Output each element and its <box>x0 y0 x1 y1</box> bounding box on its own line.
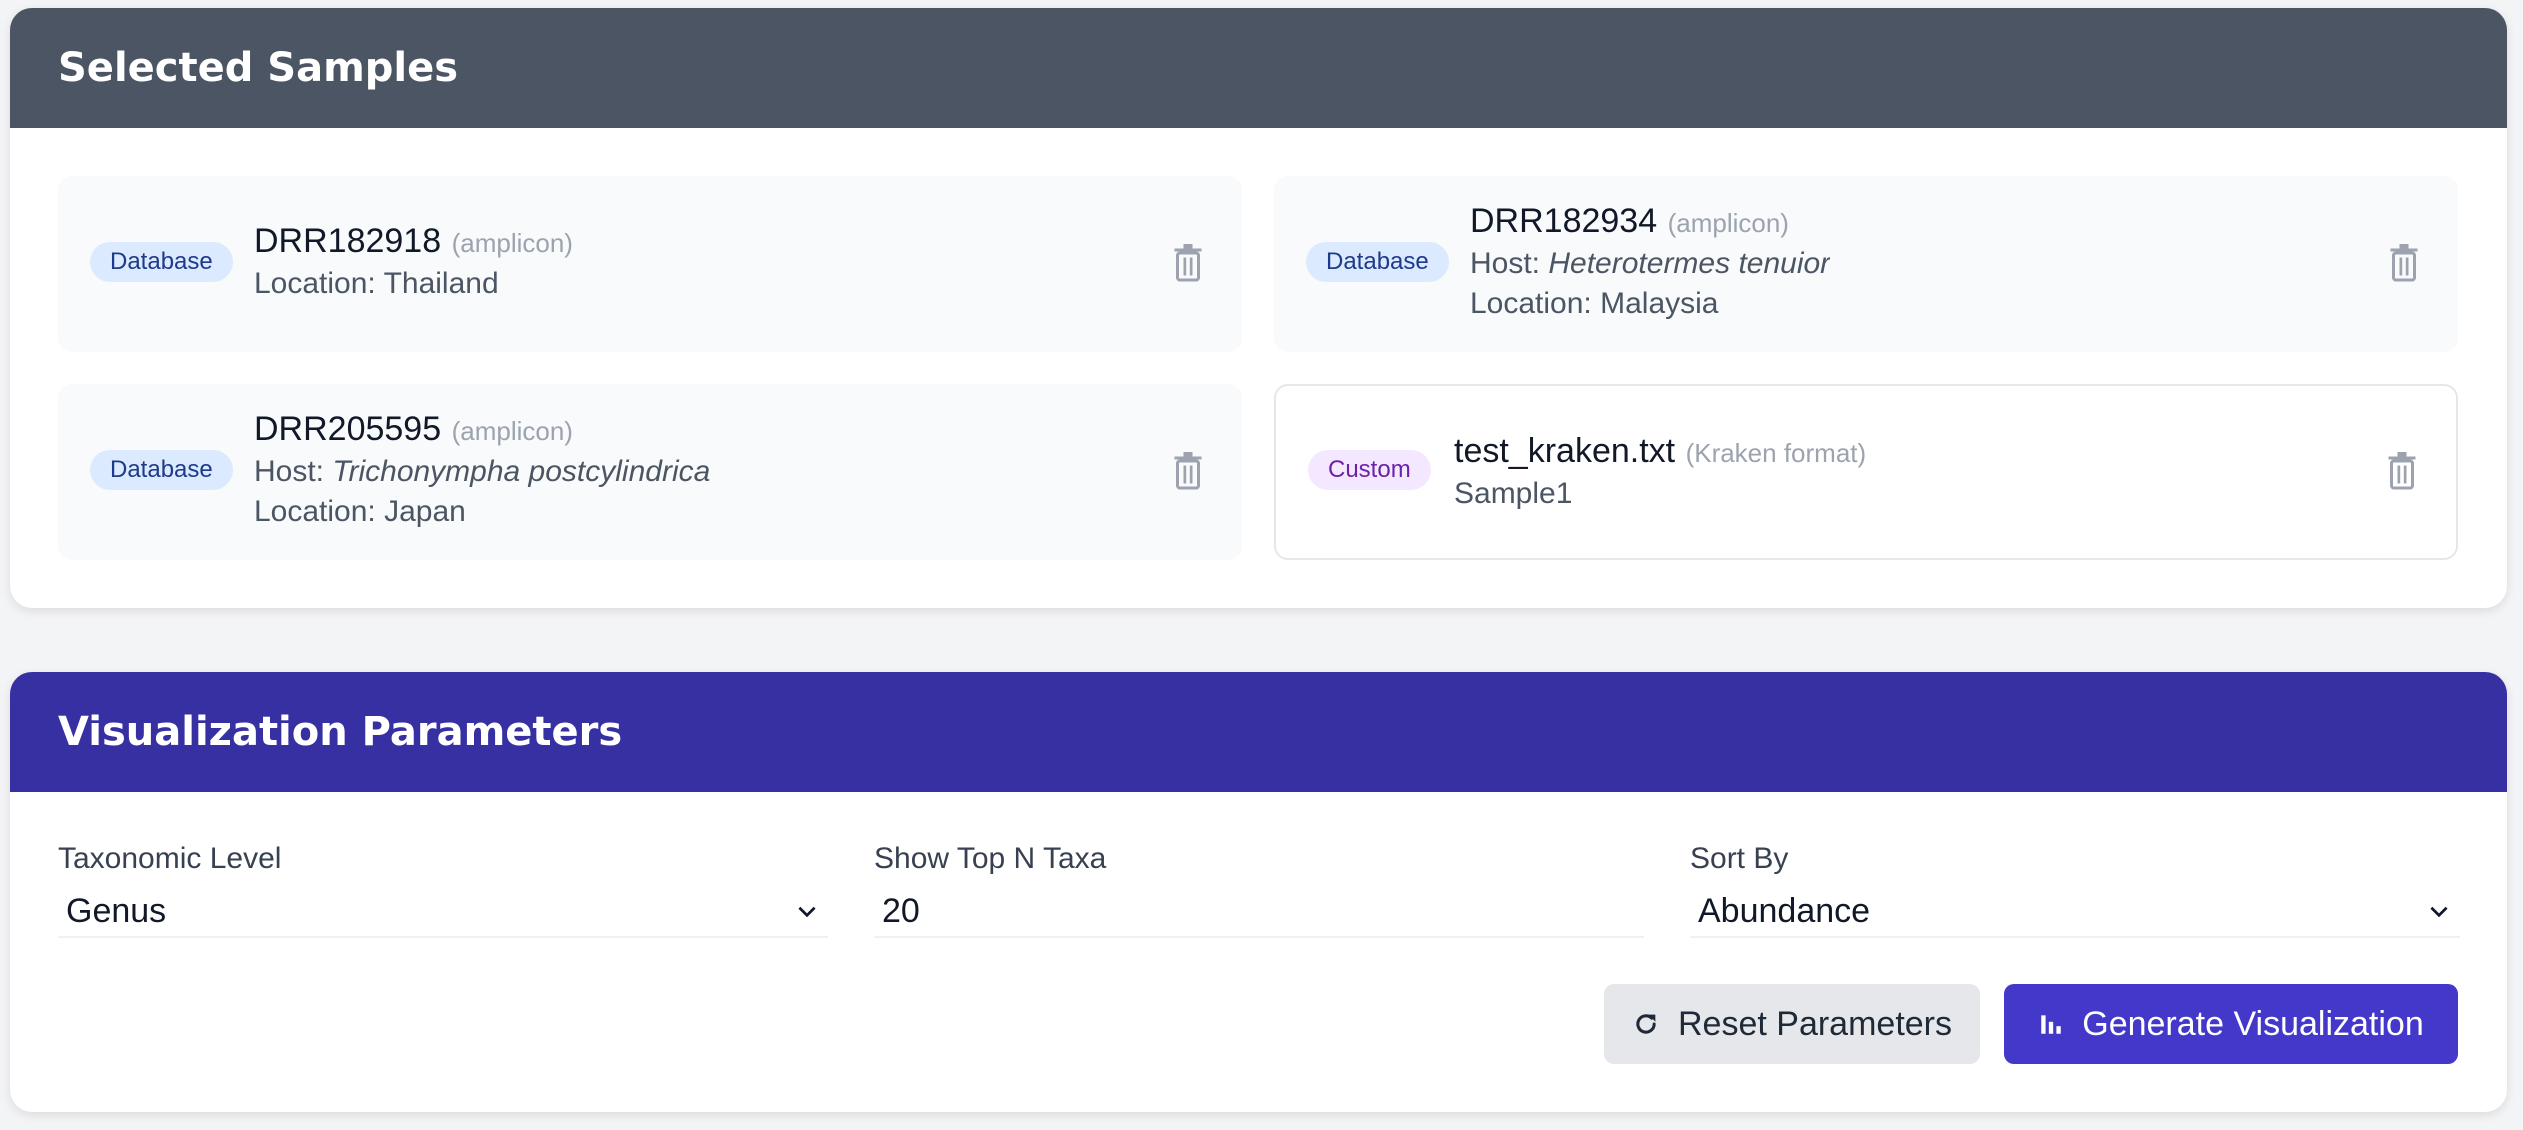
database-badge: Database <box>1306 242 1449 282</box>
sample-location: Location: Thailand <box>254 267 573 301</box>
visualization-parameters-header: Visualization Parameters <box>10 672 2507 792</box>
sample-host: Host: Heterotermes tenuior <box>1470 247 1830 281</box>
top-n-field: Show Top N Taxa 20 <box>874 842 1644 938</box>
sample-type: (amplicon) <box>1667 208 1789 238</box>
generate-visualization-button[interactable]: Generate Visualization <box>2004 984 2458 1064</box>
sample-type: (Kraken format) <box>1685 438 1867 468</box>
taxonomic-level-label: Taxonomic Level <box>58 842 282 875</box>
sample-info: test_kraken.txt (Kraken format) Sample1 <box>1454 432 1866 511</box>
sample-card: Database DRR205595 (amplicon) Host: Tric… <box>58 384 1242 560</box>
top-n-value: 20 <box>882 891 920 930</box>
trash-icon[interactable] <box>2386 242 2422 282</box>
location-value: Japan <box>384 495 466 528</box>
host-label: Host: <box>254 455 325 488</box>
sample-info: DRR182918 (amplicon) Location: Thailand <box>254 222 573 301</box>
taxonomic-level-value: Genus <box>66 891 167 930</box>
panel-title: Selected Samples <box>58 45 459 91</box>
sample-id: DRR182918 <box>254 222 442 260</box>
sample-id: DRR205595 <box>254 410 442 448</box>
reset-parameters-label: Reset Parameters <box>1678 1004 1952 1043</box>
sample-type: (amplicon) <box>451 416 573 446</box>
host-value: Heterotermes tenuior <box>1548 247 1831 280</box>
trash-icon[interactable] <box>2384 450 2420 490</box>
host-label: Host: <box>1470 247 1541 280</box>
sample-id: test_kraken.txt <box>1454 432 1676 470</box>
reset-parameters-button[interactable]: Reset Parameters <box>1604 984 1980 1064</box>
generate-visualization-label: Generate Visualization <box>2082 1004 2424 1043</box>
sample-type: (amplicon) <box>451 228 573 258</box>
sample-host: Host: Trichonympha postcylindrica <box>254 455 710 489</box>
sample-id: DRR182934 <box>1470 202 1658 240</box>
taxonomic-level-select[interactable]: Genus <box>58 886 828 938</box>
sample-location: Location: Malaysia <box>1470 287 1830 321</box>
location-value: Malaysia <box>1600 287 1719 320</box>
database-badge: Database <box>90 450 233 490</box>
location-label: Location: <box>254 267 376 300</box>
sample-card: Database DRR182918 (amplicon) Location: … <box>58 176 1242 352</box>
sort-by-value: Abundance <box>1698 891 1871 930</box>
sample-card: Database DRR182934 (amplicon) Host: Hete… <box>1274 176 2458 352</box>
host-value: Trichonympha postcylindrica <box>332 455 711 488</box>
chevron-down-icon <box>2430 906 2448 918</box>
custom-badge: Custom <box>1308 450 1431 490</box>
sample-info: DRR182934 (amplicon) Host: Heterotermes … <box>1470 202 1830 321</box>
sample-name: Sample1 <box>1454 477 1573 510</box>
panel-title: Visualization Parameters <box>58 709 623 755</box>
location-label: Location: <box>254 495 376 528</box>
sort-by-select[interactable]: Abundance <box>1690 886 2460 938</box>
trash-icon[interactable] <box>1170 242 1206 282</box>
refresh-icon <box>1636 1014 1656 1034</box>
selected-samples-header: Selected Samples <box>10 8 2507 128</box>
trash-icon[interactable] <box>1170 450 1206 490</box>
location-label: Location: <box>1470 287 1592 320</box>
location-value: Thailand <box>383 267 499 300</box>
taxonomic-level-field: Taxonomic Level Genus <box>58 842 828 938</box>
top-n-input[interactable]: 20 <box>874 886 1644 938</box>
bar-chart-icon <box>2041 1015 2061 1034</box>
top-n-label: Show Top N Taxa <box>874 842 1107 875</box>
sample-info: DRR205595 (amplicon) Host: Trichonympha … <box>254 410 710 529</box>
custom-sample-card: Custom test_kraken.txt (Kraken format) S… <box>1274 384 2458 560</box>
chevron-down-icon <box>798 906 816 918</box>
sample-location: Location: Japan <box>254 495 710 529</box>
database-badge: Database <box>90 242 233 282</box>
sort-by-label: Sort By <box>1690 842 1789 875</box>
sort-by-field: Sort By Abundance <box>1690 842 2460 938</box>
